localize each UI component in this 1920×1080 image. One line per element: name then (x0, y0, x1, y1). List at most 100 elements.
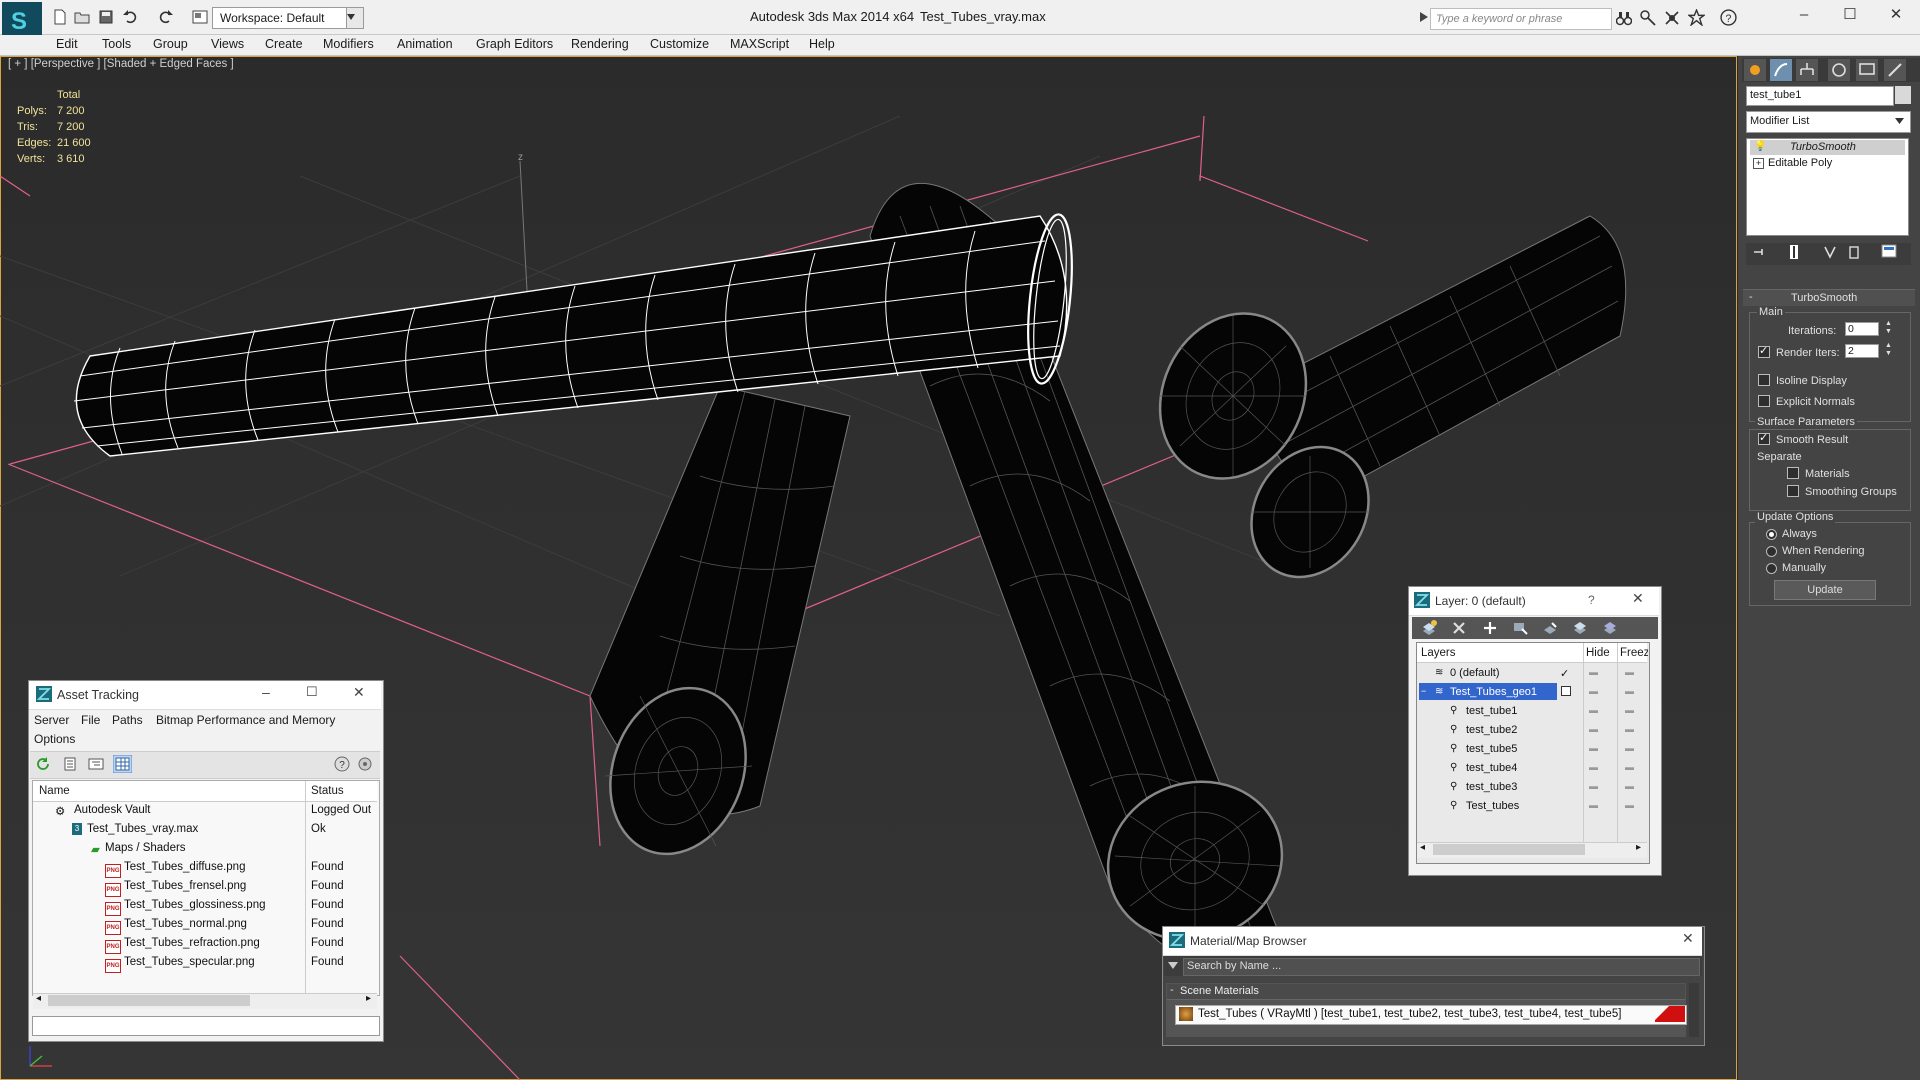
tree-view-icon[interactable] (88, 756, 104, 772)
table-row[interactable]: PNG Test_Tubes_glossiness.png Found (33, 896, 377, 916)
menu-server[interactable]: Server (34, 713, 69, 727)
new-file-icon[interactable] (52, 9, 68, 25)
freeze-toggle[interactable]: ▬ (1625, 724, 1634, 734)
asset-path-field[interactable] (32, 1016, 380, 1036)
collapse-minus-icon[interactable]: − (1421, 686, 1426, 696)
when-rendering-radio[interactable] (1766, 546, 1777, 557)
hide-toggle[interactable]: ▬ (1589, 667, 1598, 677)
redo-icon[interactable] (158, 9, 174, 25)
smooth-result-checkbox[interactable]: ✓ (1758, 432, 1770, 445)
scroll-left-icon[interactable]: ◂ (36, 993, 41, 1004)
help-icon[interactable]: ? (1720, 9, 1737, 26)
iterations-spinner[interactable]: 0 (1845, 322, 1879, 336)
pin-stack-icon[interactable] (1752, 244, 1768, 260)
explicit-normals-checkbox[interactable] (1758, 395, 1770, 407)
layer-row[interactable]: ≋ 0 (default) ✓ ▬ ▬ (1417, 664, 1647, 683)
close-icon[interactable]: ✕ (353, 684, 365, 701)
table-view-icon[interactable] (113, 755, 132, 773)
menu-options[interactable]: Options (34, 732, 75, 746)
menu-file[interactable]: File (81, 713, 100, 727)
stack-item-editable-poly[interactable]: + Editable Poly (1750, 156, 1905, 171)
hide-toggle[interactable]: ▬ (1589, 705, 1598, 715)
maximize-icon[interactable]: ☐ (306, 684, 318, 700)
freeze-toggle[interactable]: ▬ (1625, 705, 1634, 715)
table-row[interactable]: ⚙ Autodesk Vault Logged Out (33, 801, 377, 820)
hide-unhide-all-icon[interactable] (1572, 620, 1588, 636)
scrollbar-thumb[interactable] (48, 995, 250, 1006)
stack-item-turbosmooth[interactable]: 💡 TurboSmooth (1750, 140, 1905, 155)
scrollbar-thumb[interactable] (1433, 844, 1585, 855)
help-icon[interactable]: ? (334, 756, 350, 772)
workspace-dropdown[interactable]: Workspace: Default (212, 7, 364, 29)
hierarchy-tab-icon[interactable] (1796, 59, 1818, 81)
materials-checkbox[interactable] (1787, 467, 1799, 479)
chevron-down-icon[interactable] (1895, 118, 1904, 124)
project-folder-icon[interactable] (192, 9, 208, 25)
menu-maxscript[interactable]: MAXScript (730, 37, 789, 51)
create-layer-icon[interactable] (1420, 619, 1438, 637)
menu-views[interactable]: Views (211, 37, 244, 51)
browser-options-icon[interactable] (1167, 960, 1179, 972)
col-name-header[interactable]: Name (39, 785, 70, 797)
menu-help[interactable]: Help (809, 37, 835, 51)
menu-modifiers[interactable]: Modifiers (323, 37, 374, 51)
save-icon[interactable] (98, 9, 114, 25)
create-tab-icon[interactable] (1744, 59, 1766, 81)
table-row[interactable]: PNG Test_Tubes_diffuse.png Found (33, 858, 377, 878)
col-freeze-header[interactable]: Freeze (1620, 647, 1648, 659)
list-view-icon[interactable] (62, 756, 78, 772)
binoculars-icon[interactable] (1616, 10, 1632, 26)
menu-paths[interactable]: Paths (112, 713, 143, 727)
infocenter-search-input[interactable]: Type a keyword or phrase (1430, 8, 1612, 30)
freeze-toggle[interactable]: ▬ (1625, 800, 1634, 810)
current-layer-check-icon[interactable]: ✓ (1560, 667, 1569, 680)
open-folder-icon[interactable] (74, 9, 90, 25)
menu-create[interactable]: Create (265, 37, 303, 51)
menu-bitmap-performance[interactable]: Bitmap Performance and Memory (156, 713, 335, 727)
close-icon[interactable]: ✕ (1682, 930, 1694, 947)
lightbulb-icon[interactable]: 💡 (1754, 141, 1766, 152)
display-tab-icon[interactable] (1856, 59, 1878, 81)
table-row[interactable]: PNG Test_Tubes_refraction.png Found (33, 934, 377, 954)
show-end-result-icon[interactable] (1786, 244, 1802, 260)
table-row[interactable]: PNG Test_Tubes_normal.png Found (33, 915, 377, 935)
remove-modifier-icon[interactable] (1846, 244, 1862, 260)
scroll-right-icon[interactable]: ▸ (1636, 842, 1641, 853)
col-layers-header[interactable]: Layers (1421, 647, 1456, 659)
spinner-arrows-icon[interactable]: ▲ ▼ (1885, 320, 1892, 336)
expand-plus-icon[interactable]: + (1753, 158, 1764, 169)
viewport-label[interactable]: [ + ] [Perspective ] [Shaded + Edged Fac… (8, 58, 234, 70)
help-icon[interactable]: ? (1588, 593, 1595, 607)
hide-toggle[interactable]: ▬ (1589, 724, 1598, 734)
rollout-collapse-icon[interactable]: - (1749, 291, 1753, 303)
smoothing-groups-checkbox[interactable] (1787, 485, 1799, 497)
menu-rendering[interactable]: Rendering (571, 37, 629, 51)
hide-toggle[interactable]: ▬ (1589, 743, 1598, 753)
highlight-selected-icon[interactable] (1542, 620, 1558, 636)
freeze-toggle[interactable]: ▬ (1625, 743, 1634, 753)
table-row[interactable]: ▰ Maps / Shaders (33, 839, 377, 858)
section-collapse-icon[interactable]: - (1170, 984, 1174, 996)
layer-row[interactable]: ⚲ test_tube5 ▬ ▬ (1417, 740, 1647, 759)
add-to-layer-icon[interactable] (1482, 620, 1498, 636)
menu-group[interactable]: Group (153, 37, 188, 51)
hide-toggle[interactable]: ▬ (1589, 762, 1598, 772)
subscription-key-icon[interactable] (1640, 10, 1656, 26)
manually-radio[interactable] (1766, 563, 1777, 574)
close-icon[interactable]: ✕ (1632, 590, 1644, 607)
modifier-list-dropdown[interactable]: Modifier List (1746, 111, 1911, 133)
freeze-toggle[interactable]: ▬ (1625, 762, 1634, 772)
freeze-toggle[interactable]: ▬ (1625, 781, 1634, 791)
material-search-input[interactable]: Search by Name ... (1183, 958, 1700, 976)
delete-layer-icon[interactable] (1451, 620, 1467, 636)
render-iters-checkbox[interactable]: ✓ (1758, 345, 1770, 358)
layer-row[interactable]: ⚲ test_tube1 ▬ ▬ (1417, 702, 1647, 721)
utilities-tab-icon[interactable] (1884, 59, 1906, 81)
refresh-icon[interactable] (35, 756, 51, 772)
modify-tab-icon[interactable] (1770, 59, 1792, 81)
settings-icon[interactable] (357, 756, 373, 772)
freeze-unfreeze-all-icon[interactable] (1602, 620, 1618, 636)
table-row[interactable]: PNG Test_Tubes_frensel.png Found (33, 877, 377, 897)
always-radio[interactable] (1766, 529, 1777, 540)
minimize-icon[interactable]: – (1792, 4, 1816, 26)
